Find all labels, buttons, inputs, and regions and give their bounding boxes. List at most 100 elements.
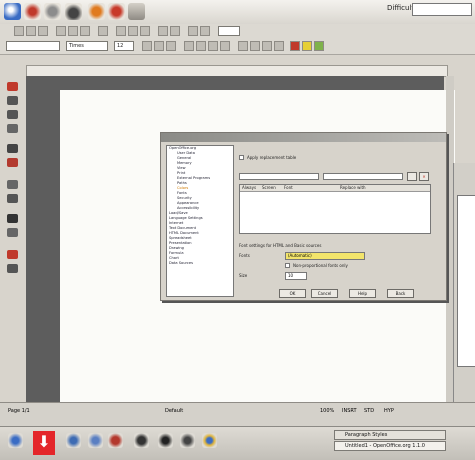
table-header: Always Screen Font Replace with	[240, 185, 430, 192]
background-color-icon[interactable]	[314, 41, 324, 51]
gear-icon[interactable]	[44, 3, 61, 20]
spellcheck-auto-icon[interactable]	[7, 158, 18, 167]
book-icon[interactable]	[66, 433, 81, 448]
toolbox-icon[interactable]	[108, 433, 123, 448]
users-icon[interactable]	[88, 433, 103, 448]
zoom-indicator: 100%	[320, 408, 335, 414]
size-label: Size	[239, 273, 248, 278]
cancel-button[interactable]: Cancel	[311, 289, 338, 298]
data-sources-icon[interactable]	[7, 194, 18, 203]
task-openoffice-window[interactable]: Untitled1 - OpenOffice.org 1.1.0	[334, 441, 446, 451]
delete-replacement-button[interactable]: ✕	[419, 172, 429, 181]
underline-icon[interactable]	[166, 41, 176, 51]
replace-with-combo[interactable]	[323, 173, 403, 180]
top-launcher-bar: Difficulty	[0, 0, 475, 25]
align-center-icon[interactable]	[196, 41, 206, 51]
zoom-combo[interactable]	[218, 26, 240, 36]
page-style-indicator: Default	[165, 408, 184, 414]
vase-icon[interactable]	[65, 3, 82, 20]
draw-icon[interactable]	[7, 110, 18, 119]
italic-icon[interactable]	[154, 41, 164, 51]
find-icon[interactable]	[7, 180, 18, 189]
col-header: Font	[284, 185, 293, 190]
col-header: Replace with	[340, 185, 366, 190]
col-header: Always	[242, 185, 257, 190]
apply-replacement-checkbox[interactable]	[239, 155, 244, 160]
spellcheck-icon[interactable]	[98, 26, 108, 36]
highlight-icon[interactable]	[302, 41, 312, 51]
page-indicator: Page 1/1	[8, 408, 30, 414]
save-icon[interactable]	[38, 26, 48, 36]
replacement-table[interactable]: Always Screen Font Replace with	[239, 184, 431, 234]
font-size-combo[interactable]: 12	[114, 41, 134, 51]
decrease-indent-icon[interactable]	[262, 41, 272, 51]
insert-icon[interactable]	[7, 82, 18, 91]
drive-icon[interactable]	[128, 3, 145, 20]
stylist-list[interactable]	[457, 195, 475, 367]
gallery-icon[interactable]	[7, 250, 18, 259]
selection-mode-indicator[interactable]: STD	[364, 408, 374, 414]
redo-icon[interactable]	[170, 26, 180, 36]
formatting-toolbar: Times 12	[0, 38, 475, 55]
apply-replacement-label: Apply replacement table	[247, 155, 297, 160]
stylist-panel[interactable]	[453, 163, 475, 403]
hyperlink-icon[interactable]	[188, 26, 198, 36]
bullets-icon[interactable]	[250, 41, 260, 51]
main-toolbar-vertical	[4, 80, 22, 402]
download-arrow-icon[interactable]: ⬇	[33, 431, 55, 455]
align-left-icon[interactable]	[184, 41, 194, 51]
new-icon[interactable]	[14, 26, 24, 36]
copy-icon[interactable]	[128, 26, 138, 36]
justify-icon[interactable]	[220, 41, 230, 51]
table-icon[interactable]	[200, 26, 210, 36]
task-paragraph-styles[interactable]: Paragraph Styles	[334, 430, 446, 440]
font-combo[interactable]	[239, 173, 319, 180]
export-pdf-icon[interactable]	[68, 26, 78, 36]
font-settings-section-label: Font settings for HTML and Basic sources	[239, 243, 322, 248]
globe-icon[interactable]	[202, 433, 217, 448]
navigator-icon[interactable]	[7, 228, 18, 237]
edit-autotext-icon[interactable]	[7, 144, 18, 153]
binoculars-icon[interactable]	[7, 214, 18, 223]
insert-mode-indicator[interactable]: INSRT	[342, 408, 357, 414]
size-select[interactable]: 10	[285, 272, 307, 280]
bold-icon[interactable]	[142, 41, 152, 51]
back-button[interactable]: Back	[387, 289, 414, 298]
non-proportional-checkbox[interactable]	[285, 263, 290, 268]
increase-indent-icon[interactable]	[274, 41, 284, 51]
form-icon[interactable]	[7, 124, 18, 133]
help-button[interactable]: Help	[349, 289, 376, 298]
hyperlink-mode-indicator[interactable]: HYP	[384, 408, 394, 414]
difficulty-select[interactable]	[412, 3, 472, 16]
dialog-titlebar[interactable]	[161, 133, 446, 142]
tree-item[interactable]: Data Sources	[167, 261, 233, 266]
font-name-combo[interactable]: Times	[66, 41, 108, 51]
col-header: Screen	[262, 185, 276, 190]
numbering-icon[interactable]	[238, 41, 248, 51]
print-icon[interactable]	[80, 26, 90, 36]
non-proportional-label: Non-proportional fonts only	[293, 263, 348, 268]
options-dialog: OpenOffice.org User Data General Memory View…	[160, 132, 447, 301]
paragraph-style-combo[interactable]	[6, 41, 60, 51]
apply-check-button[interactable]	[407, 172, 417, 181]
fields-icon[interactable]	[7, 96, 18, 105]
stylist-icon[interactable]	[7, 264, 18, 273]
music-note-icon[interactable]	[158, 433, 173, 448]
paste-icon[interactable]	[140, 26, 150, 36]
undo-icon[interactable]	[158, 26, 168, 36]
flame-icon[interactable]	[88, 3, 105, 20]
tools-icon[interactable]	[108, 3, 125, 20]
font-color-icon[interactable]	[290, 41, 300, 51]
fonts-select[interactable]: (Automatic)	[285, 252, 365, 260]
speaker-icon[interactable]	[180, 433, 195, 448]
figure-icon[interactable]	[24, 3, 41, 20]
align-right-icon[interactable]	[208, 41, 218, 51]
start-menu-icon[interactable]	[4, 3, 21, 20]
ok-button[interactable]: OK	[279, 289, 306, 298]
home-icon[interactable]	[8, 433, 23, 448]
open-icon[interactable]	[26, 26, 36, 36]
cut-icon[interactable]	[116, 26, 126, 36]
edit-icon[interactable]	[56, 26, 66, 36]
options-tree[interactable]: OpenOffice.org User Data General Memory View…	[166, 145, 234, 297]
phone-icon[interactable]	[134, 433, 149, 448]
